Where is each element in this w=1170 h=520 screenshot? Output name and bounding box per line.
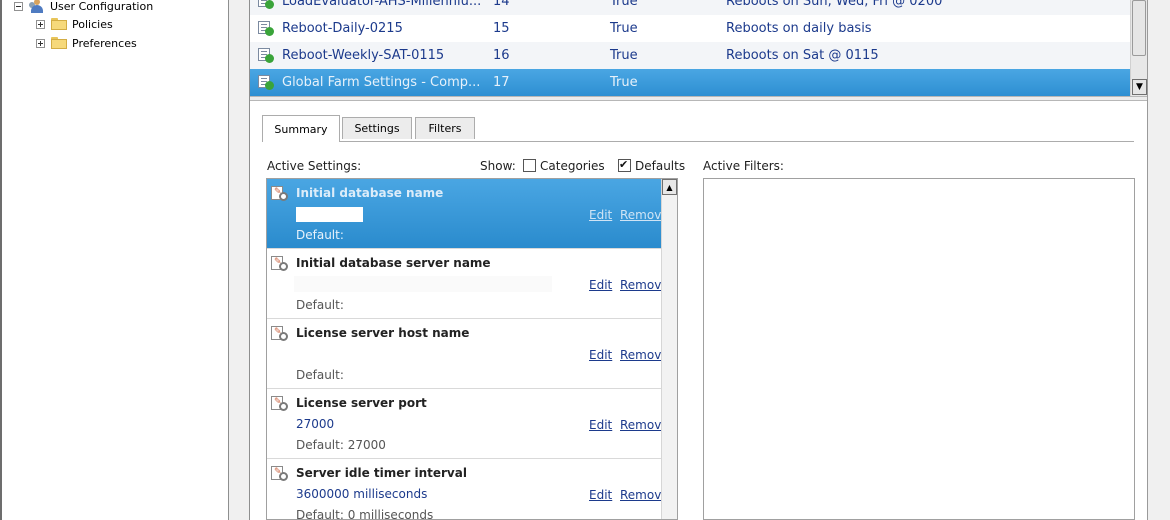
setting-default: Default: [296, 368, 344, 382]
setting-title: Initial database name [296, 186, 444, 200]
policy-row[interactable]: LoadEvaluator-AHS-Millenniu... 14 True R… [250, 0, 1130, 15]
setting-icon: ✎ [271, 396, 289, 412]
tab-divider [262, 141, 1134, 142]
expand-icon[interactable] [36, 38, 45, 48]
policy-enabled-icon [258, 48, 274, 63]
show-label: Show: [480, 159, 516, 173]
setting-item[interactable]: ✎ License server host name Default: Edit… [267, 319, 669, 389]
policy-priority: 14 [493, 0, 510, 9]
policy-name: Reboot-Weekly-SAT-0115 [282, 48, 445, 63]
policy-name: Reboot-Daily-0215 [282, 21, 403, 36]
tab-summary[interactable]: Summary [262, 115, 340, 142]
edit-link[interactable]: Edit [589, 418, 612, 432]
policy-enabled: True [610, 48, 638, 63]
tab-label: Settings [354, 122, 400, 135]
edit-link[interactable]: Edit [589, 348, 612, 362]
categories-checkbox[interactable] [523, 159, 536, 172]
policy-row[interactable]: Reboot-Weekly-SAT-0115 16 True Reboots o… [250, 42, 1130, 69]
tree-item-label: Policies [72, 17, 113, 31]
policy-priority: 16 [493, 48, 510, 63]
setting-default: Default: [296, 298, 344, 312]
categories-label: Categories [540, 159, 605, 173]
tab-label: Filters [428, 122, 462, 135]
policy-priority: 15 [493, 21, 510, 36]
setting-default: Default: 27000 [296, 438, 386, 452]
policy-enabled-icon [258, 21, 274, 36]
policy-name: LoadEvaluator-AHS-Millenniu... [282, 0, 482, 9]
setting-value: 27000 [296, 417, 335, 431]
collapse-icon[interactable] [14, 1, 23, 11]
scroll-down-icon[interactable]: ▼ [1132, 79, 1147, 95]
policy-row[interactable]: Reboot-Daily-0215 15 True Reboots on dai… [250, 15, 1130, 42]
setting-icon: ✎ [271, 466, 289, 482]
tree-item-user-configuration[interactable]: User Configuration [14, 0, 153, 15]
policy-description: Reboots on Sun, Wed, Fri @ 0200 [726, 0, 943, 9]
navigation-tree: User Configuration Policies Preferences [0, 0, 229, 520]
window-border [1147, 0, 1170, 520]
policy-row-selected[interactable]: Global Farm Settings - Comp... 17 True [250, 69, 1130, 96]
tree-item-preferences[interactable]: Preferences [36, 34, 137, 52]
setting-default: Default: 0 milliseconds [296, 508, 434, 520]
setting-title: License server host name [296, 326, 470, 340]
policy-enabled: True [610, 21, 638, 36]
policy-enabled-icon [258, 0, 274, 9]
active-settings-list: ✎ Initial database name Default: Edit Re… [266, 178, 678, 520]
setting-title: License server port [296, 396, 427, 410]
main-pane: LoadEvaluator-AHS-Millenniu... 14 True R… [250, 0, 1170, 520]
tree-item-label: Preferences [72, 36, 137, 50]
settings-scrollbar[interactable]: ▲ [661, 179, 677, 519]
defaults-label: Defaults [635, 159, 686, 173]
policy-list-scrollbar[interactable]: ▼ [1130, 0, 1148, 96]
policy-enabled: True [610, 75, 638, 90]
scroll-up-icon[interactable]: ▲ [662, 179, 677, 195]
setting-title: Initial database server name [296, 256, 491, 270]
active-settings-label: Active Settings: [267, 159, 362, 173]
redacted-value [294, 276, 552, 292]
setting-icon: ✎ [271, 256, 289, 272]
edit-link[interactable]: Edit [589, 278, 612, 292]
policy-description: Reboots on daily basis [726, 21, 872, 36]
active-filters-label: Active Filters: [703, 159, 784, 173]
policy-enabled: True [610, 0, 638, 9]
setting-title: Server idle timer interval [296, 466, 467, 480]
policy-list: LoadEvaluator-AHS-Millenniu... 14 True R… [250, 0, 1130, 96]
setting-item-selected[interactable]: ✎ Initial database name Default: Edit Re… [267, 179, 669, 249]
policy-name: Global Farm Settings - Comp... [282, 75, 481, 90]
tree-item-policies[interactable]: Policies [36, 15, 113, 33]
tab-filters[interactable]: Filters [415, 117, 475, 139]
setting-item[interactable]: ✎ License server port 27000 Default: 270… [267, 389, 669, 459]
policy-description: Reboots on Sat @ 0115 [726, 48, 879, 63]
pane-splitter[interactable] [229, 0, 250, 520]
edit-link[interactable]: Edit [589, 488, 612, 502]
setting-default: Default: [296, 228, 344, 242]
user-config-icon [29, 0, 45, 13]
active-filters-list [703, 178, 1135, 520]
scrollbar-thumb[interactable] [1132, 0, 1146, 56]
setting-value: 3600000 milliseconds [296, 487, 428, 501]
tree-item-label: User Configuration [50, 0, 154, 13]
redacted-value [296, 207, 363, 222]
setting-item[interactable]: ✎ Initial database server name Default: … [267, 249, 669, 319]
policy-priority: 17 [493, 75, 510, 90]
window-edge [0, 0, 2, 520]
folder-icon [51, 37, 67, 49]
folder-icon [51, 18, 67, 30]
setting-icon: ✎ [271, 186, 289, 202]
expand-icon[interactable] [36, 19, 45, 29]
policy-enabled-icon [258, 75, 274, 90]
defaults-checkbox[interactable] [618, 158, 631, 172]
policy-detail-panel: Summary Settings Filters Active Settings… [250, 101, 1147, 520]
setting-item[interactable]: ✎ Server idle timer interval 3600000 mil… [267, 459, 669, 520]
tab-settings[interactable]: Settings [342, 117, 412, 139]
edit-link[interactable]: Edit [589, 208, 612, 222]
tab-label: Summary [274, 122, 328, 136]
setting-icon: ✎ [271, 326, 289, 342]
